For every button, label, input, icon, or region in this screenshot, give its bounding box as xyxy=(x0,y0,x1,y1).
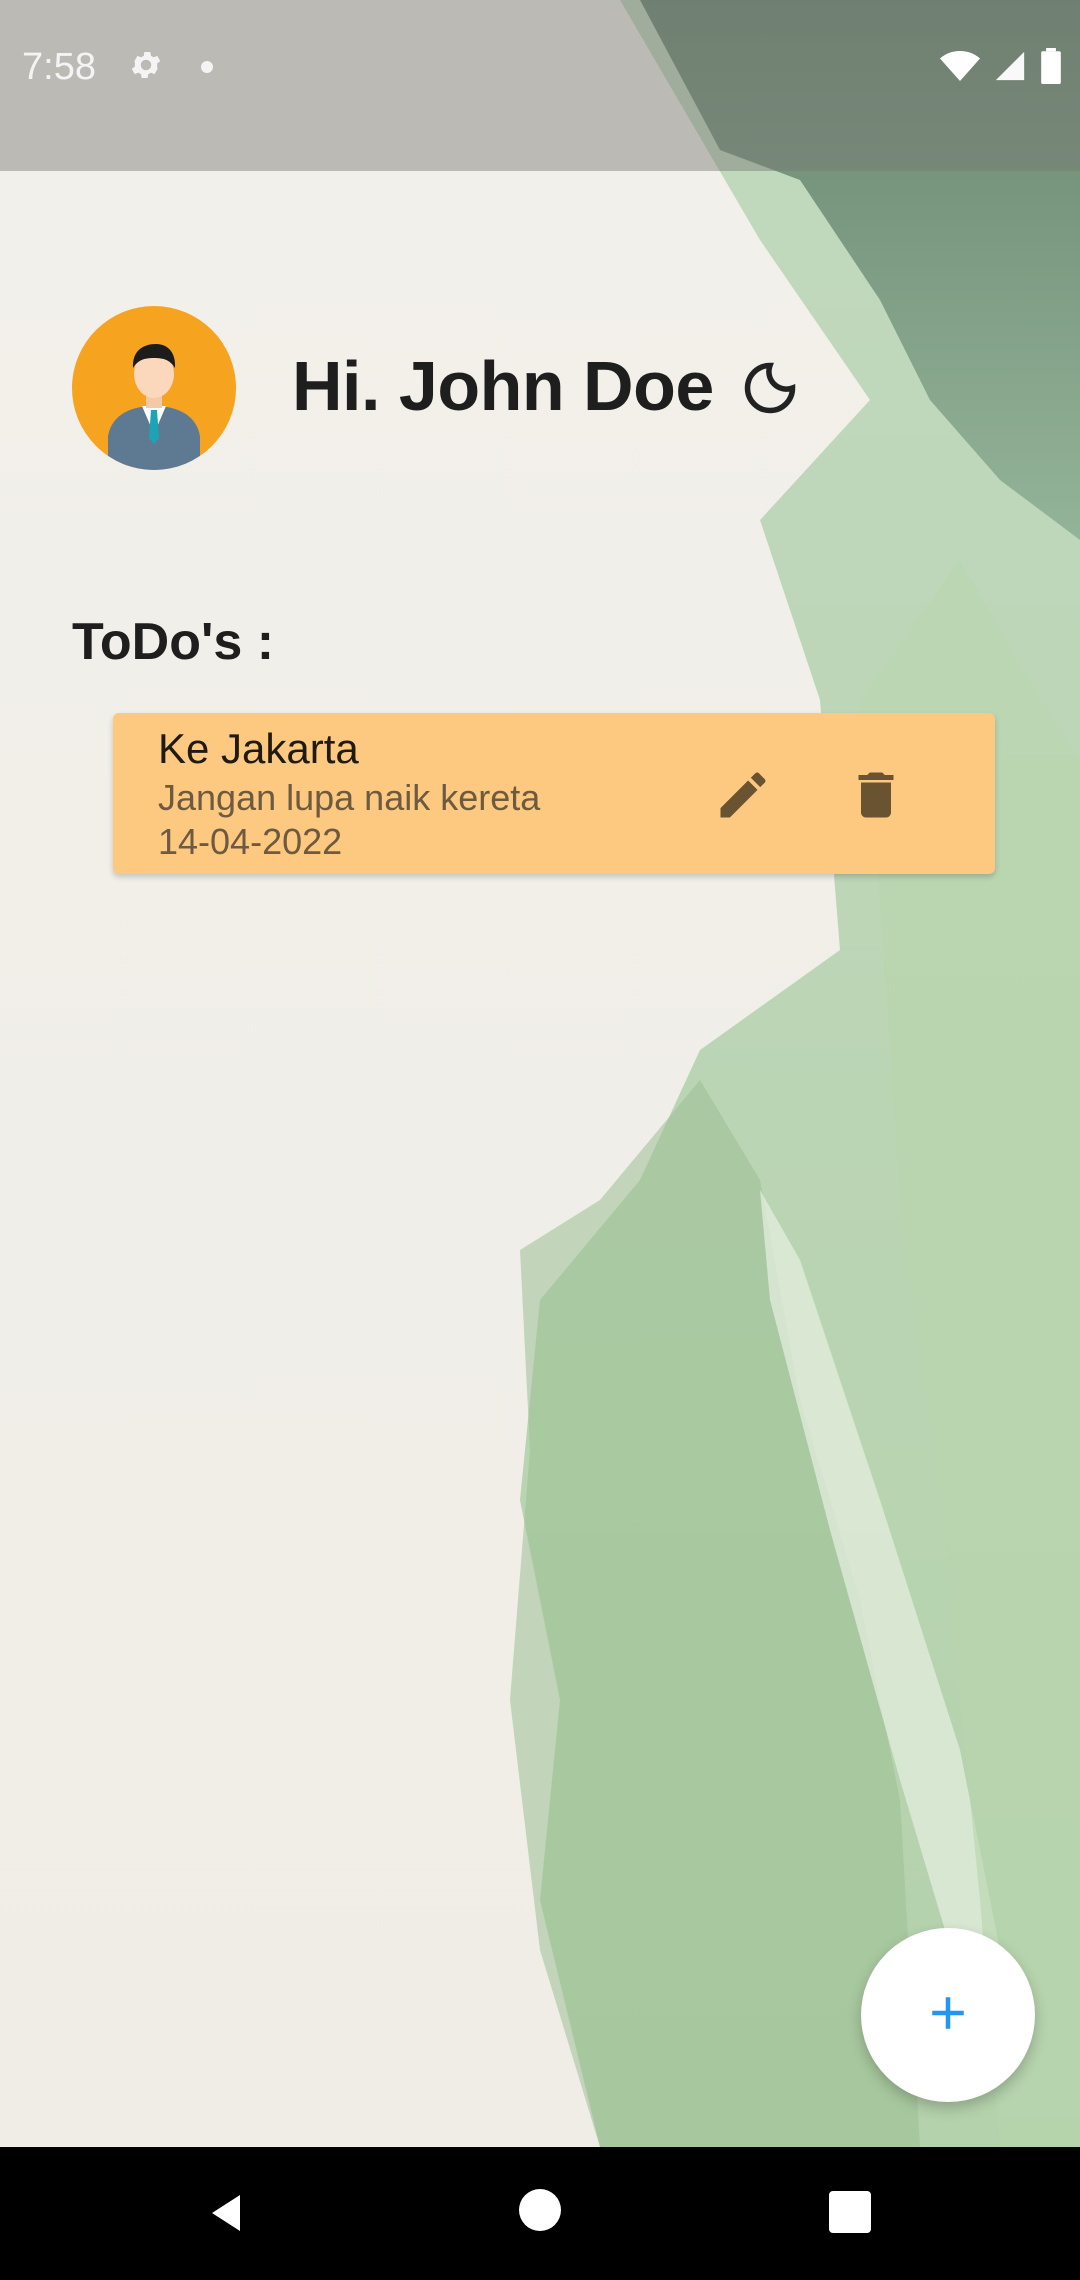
user-avatar-icon[interactable] xyxy=(72,306,236,470)
status-right-icons xyxy=(940,48,1062,89)
settings-icon xyxy=(128,47,164,88)
greeting-title: Hi. John Doe xyxy=(292,347,714,425)
todos-section-title: ToDo's : xyxy=(72,613,275,671)
add-todo-button[interactable] xyxy=(861,1928,1035,2102)
pencil-icon[interactable] xyxy=(713,765,773,825)
trash-icon[interactable] xyxy=(846,765,906,825)
back-icon[interactable] xyxy=(202,2189,250,2242)
wifi-icon xyxy=(940,49,980,88)
status-time: 7:58 xyxy=(22,46,96,88)
todo-description: Jangan lupa naik kereta xyxy=(158,777,541,818)
status-bar: 7:58 xyxy=(0,0,1080,171)
plus-icon xyxy=(921,1986,975,2045)
recents-icon[interactable] xyxy=(829,2191,871,2233)
moon-icon[interactable] xyxy=(740,358,800,418)
home-icon[interactable] xyxy=(519,2189,561,2231)
todo-card[interactable]: Ke Jakarta Jangan lupa naik kereta 14-04… xyxy=(113,713,995,874)
navigation-bar xyxy=(0,2147,1080,2280)
battery-icon xyxy=(1040,48,1062,89)
todo-title: Ke Jakarta xyxy=(158,725,359,772)
todo-date: 14-04-2022 xyxy=(158,821,343,862)
signal-icon xyxy=(992,49,1028,88)
notification-dot-icon xyxy=(201,61,213,73)
